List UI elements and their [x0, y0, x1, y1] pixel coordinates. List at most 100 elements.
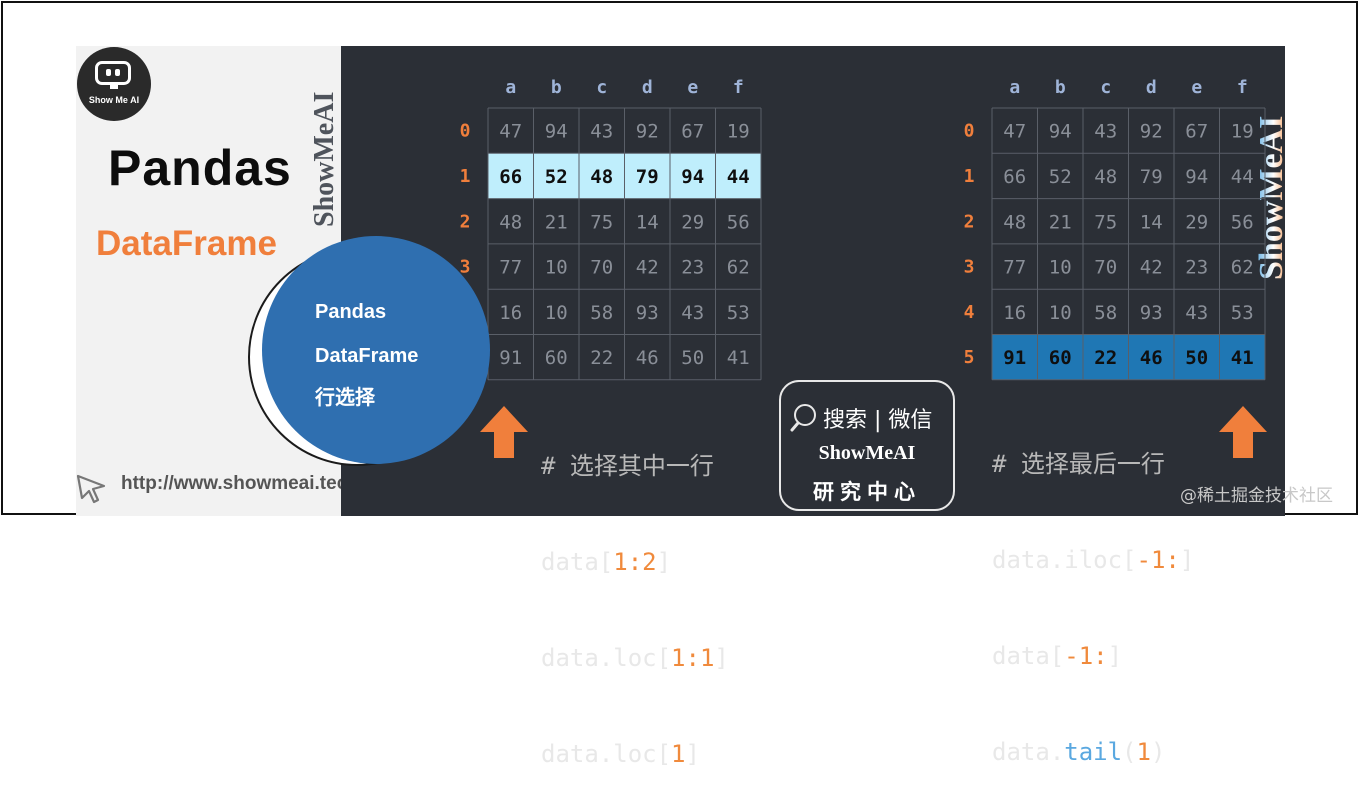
right-cell: 94	[1185, 166, 1208, 188]
right-cell: 48	[1003, 211, 1026, 233]
magnifier-icon	[790, 404, 816, 432]
left-cell: 77	[499, 257, 522, 279]
right-row-index: 1	[964, 166, 975, 187]
circle-line-row-select: 行选择	[315, 387, 375, 409]
right-row-index: 2	[964, 211, 975, 232]
right-cell: 92	[1140, 121, 1163, 143]
left-cell: 21	[545, 211, 568, 233]
left-cell: 19	[727, 121, 750, 143]
right-cell: 10	[1049, 302, 1072, 324]
left-cell: 56	[727, 211, 750, 233]
right-cell: 75	[1094, 211, 1117, 233]
left-cell: 44	[727, 166, 750, 188]
left-code-line-3: data.loc[1]	[541, 740, 700, 768]
credit-text: @稀土掘金技术社区	[1180, 486, 1333, 506]
right-cell: 14	[1140, 211, 1163, 233]
left-row-index: 0	[460, 121, 471, 142]
left-cell: 94	[681, 166, 704, 188]
right-cell: 60	[1049, 347, 1072, 369]
right-cell: 66	[1003, 166, 1026, 188]
left-cell: 41	[727, 347, 750, 369]
left-cell: 91	[499, 347, 522, 369]
left-cell: 75	[590, 211, 613, 233]
circle-line-pandas: Pandas	[315, 301, 387, 323]
right-code-block: # 选择最后一行 data.iloc[-1:] data[-1:] data.t…	[992, 384, 1194, 800]
right-comment: # 选择最后一行	[992, 450, 1165, 478]
right-cell: 29	[1185, 211, 1208, 233]
left-cell: 48	[590, 166, 613, 188]
search-label: 搜索 | 微信	[823, 408, 933, 433]
wechat-search-box: 搜索 | 微信 ShowMeAI 研究中心	[779, 380, 955, 511]
right-cell: 58	[1094, 302, 1117, 324]
right-col-header: d	[1146, 77, 1157, 98]
left-cell: 60	[545, 347, 568, 369]
left-cell: 43	[681, 302, 704, 324]
right-cell: 52	[1049, 166, 1072, 188]
right-cell: 19	[1231, 121, 1254, 143]
website-link[interactable]: http://www.showmeai.tech	[121, 473, 341, 495]
right-cell: 41	[1231, 347, 1254, 369]
left-col-header: f	[733, 77, 744, 98]
right-row-index: 4	[964, 302, 975, 323]
right-cell: 43	[1185, 302, 1208, 324]
right-cell: 53	[1231, 302, 1254, 324]
right-cell: 62	[1231, 257, 1254, 279]
left-cell: 46	[636, 347, 659, 369]
left-cell: 52	[545, 166, 568, 188]
right-cell: 79	[1140, 166, 1163, 188]
right-cell: 42	[1140, 257, 1163, 279]
circle-line-dataframe: DataFrame	[315, 345, 419, 367]
left-cell: 94	[545, 121, 568, 143]
left-cell: 23	[681, 257, 704, 279]
right-col-header: c	[1100, 77, 1111, 98]
left-cell: 53	[727, 302, 750, 324]
left-col-header: a	[505, 77, 516, 98]
cursor-icon	[76, 474, 106, 504]
left-row-index: 2	[460, 211, 471, 232]
search-brand: ShowMeAI	[818, 442, 916, 464]
right-cell: 44	[1231, 166, 1254, 188]
right-cell: 93	[1140, 302, 1163, 324]
left-cell: 70	[590, 257, 613, 279]
left-cell: 42	[636, 257, 659, 279]
right-cell: 48	[1094, 166, 1117, 188]
left-row-index: 1	[460, 166, 471, 187]
left-cell: 10	[545, 302, 568, 324]
right-col-header: b	[1055, 77, 1066, 98]
left-cell: 14	[636, 211, 659, 233]
left-cell: 22	[590, 347, 613, 369]
right-col-header: a	[1009, 77, 1020, 98]
right-cell: 70	[1094, 257, 1117, 279]
left-cell: 48	[499, 211, 522, 233]
left-cell: 67	[681, 121, 704, 143]
right-cell: 94	[1049, 121, 1072, 143]
left-cell: 47	[499, 121, 522, 143]
left-col-header: e	[687, 77, 698, 98]
left-comment: # 选择其中一行	[541, 452, 714, 480]
left-code-line-1: data[1:2]	[541, 548, 672, 576]
right-col-header: e	[1191, 77, 1202, 98]
right-cell: 16	[1003, 302, 1026, 324]
left-col-header: c	[596, 77, 607, 98]
right-row-index: 0	[964, 121, 975, 142]
arrow-up-left-icon	[480, 406, 528, 458]
left-code-block: # 选择其中一行 data[1:2] data.loc[1:1] data.lo…	[541, 386, 729, 802]
right-cell: 23	[1185, 257, 1208, 279]
right-cell: 50	[1185, 347, 1208, 369]
right-code-line-3: data.tail(1)	[992, 738, 1166, 766]
right-cell: 47	[1003, 121, 1026, 143]
right-cell: 22	[1094, 347, 1117, 369]
left-cell: 43	[590, 121, 613, 143]
left-cell: 66	[499, 166, 522, 188]
right-cell: 91	[1003, 347, 1026, 369]
left-cell: 10	[545, 257, 568, 279]
left-cell: 79	[636, 166, 659, 188]
right-row-index: 5	[964, 347, 975, 368]
left-cell: 92	[636, 121, 659, 143]
search-org: 研究中心	[813, 480, 921, 504]
arrow-up-right-icon	[1219, 406, 1267, 458]
left-cell: 58	[590, 302, 613, 324]
right-code-line-1: data.iloc[-1:]	[992, 546, 1195, 574]
left-cell: 29	[681, 211, 704, 233]
left-cell: 16	[499, 302, 522, 324]
